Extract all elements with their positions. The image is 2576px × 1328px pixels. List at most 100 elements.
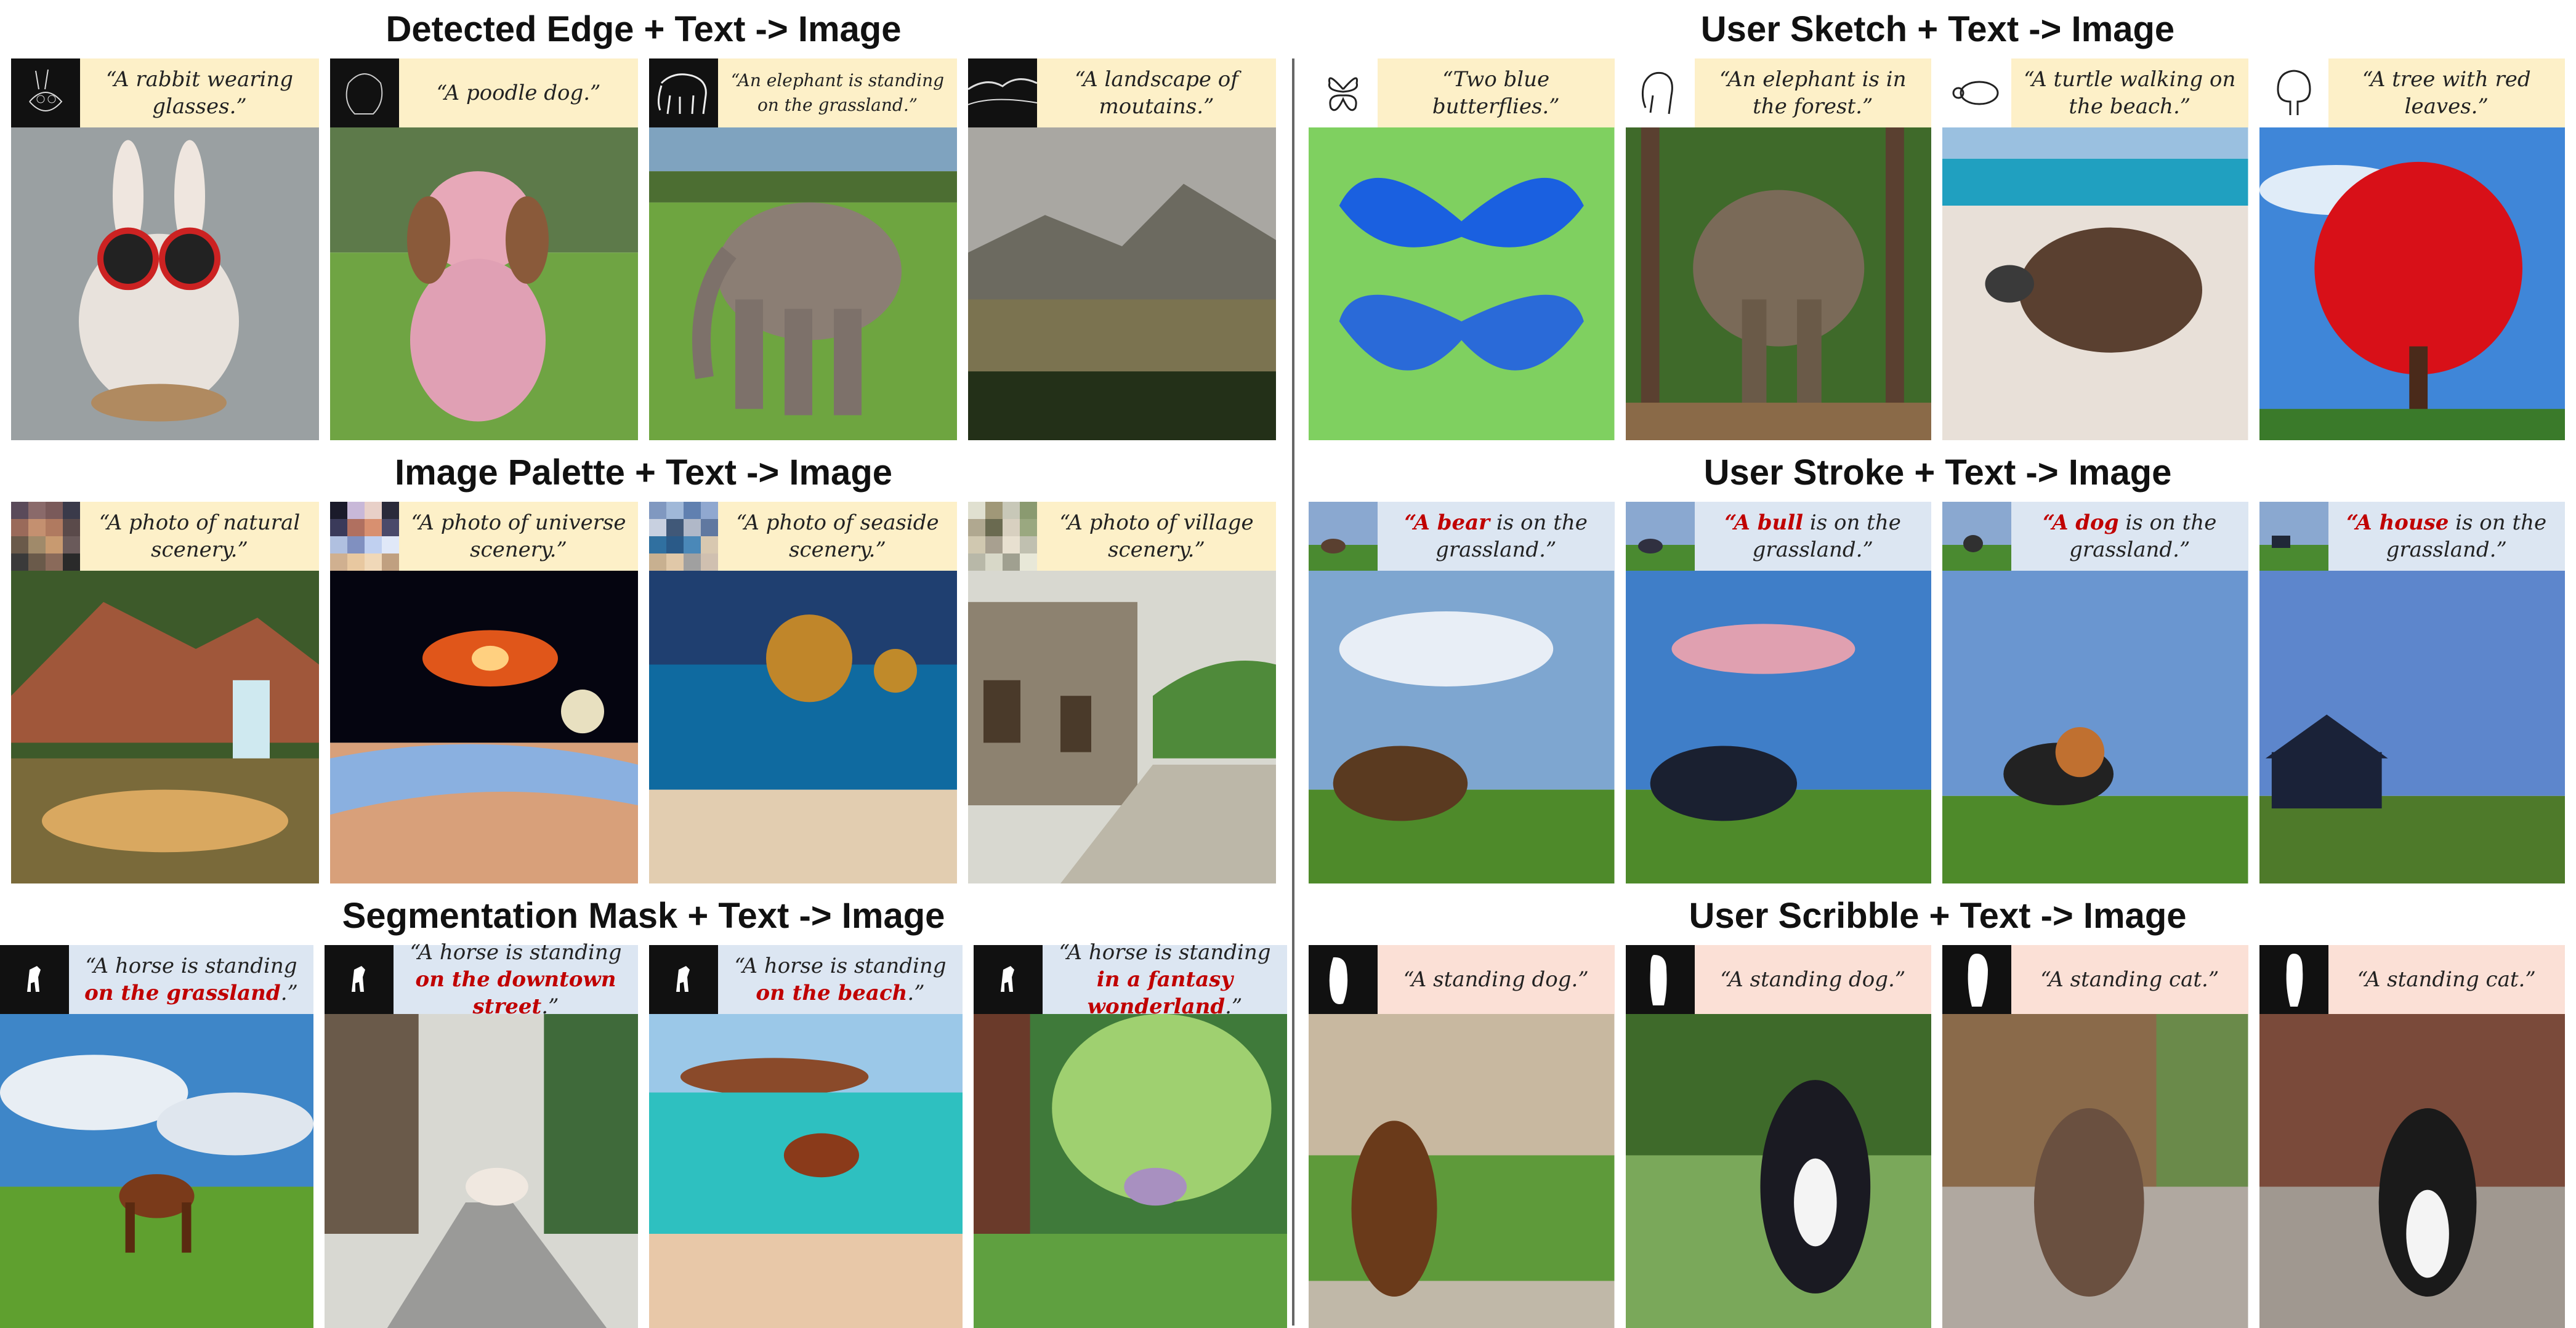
panel-divider: [1292, 58, 1294, 1326]
example-card: “A photo of seaside scenery.”: [649, 502, 957, 883]
caption: “A standing cat.”: [2011, 945, 2248, 1014]
section-user-stroke: User Stroke + Text -> Image “A bear is o…: [1299, 443, 2576, 883]
caption: “A horse is standing on the grassland.”: [69, 945, 313, 1014]
caption: “A photo of village scenery.”: [1037, 502, 1276, 571]
caption-highlight: on the beach: [756, 981, 908, 1005]
caption-highlight: in a fantasy wonderland: [1087, 967, 1233, 1019]
caption: “A landscape of moutains.”: [1037, 58, 1276, 127]
caption-highlight: on the grassland: [84, 981, 281, 1005]
generated-image-elephant-forest: [1625, 127, 1931, 440]
mask-thumbnail: [325, 945, 394, 1014]
scribble-thumbnail: [1625, 945, 1695, 1014]
caption: “A bear is on the grassland.”: [1378, 502, 1615, 571]
caption: “Two blue butterflies.”: [1378, 58, 1615, 127]
example-card: “A standing cat.”: [2259, 945, 2565, 1328]
caption: “A poodle dog.”: [399, 58, 638, 127]
caption-highlight: “A dog: [2043, 510, 2119, 535]
caption-highlight: “A house: [2346, 510, 2449, 535]
sketch-thumbnail: [2259, 58, 2328, 127]
generated-image-bull: [1625, 571, 1931, 883]
generated-image-standing-dog-2: [1625, 1014, 1931, 1328]
section-image-palette: Image Palette + Text -> Image “A photo o…: [0, 443, 1287, 883]
sketch-thumbnail: [1309, 58, 1378, 127]
caption: “A standing cat.”: [2328, 945, 2565, 1014]
caption: “A rabbit wearing glasses.”: [80, 58, 319, 127]
generated-image-turtle-beach: [1942, 127, 2248, 440]
generated-image-universe-scenery: [330, 571, 638, 883]
caption: “A dog is on the grassland.”: [2011, 502, 2248, 571]
generated-image-village-scenery: [968, 571, 1276, 883]
palette-thumbnail: [330, 502, 399, 571]
right-panel: User Sketch + Text -> Image “Two blue bu…: [1299, 0, 2576, 1328]
caption: “A turtle walking on the beach.”: [2011, 58, 2248, 127]
caption: “An elephant is in the forest.”: [1694, 58, 1931, 127]
mask-thumbnail: [649, 945, 718, 1014]
caption: “A photo of natural scenery.”: [80, 502, 319, 571]
generated-image-butterflies: [1309, 127, 1615, 440]
generated-image-seaside-scenery: [649, 571, 957, 883]
example-card: “A photo of village scenery.”: [968, 502, 1276, 883]
scribble-thumbnail: [1309, 945, 1378, 1014]
example-card: “A bear is on the grassland.”: [1309, 502, 1615, 883]
edge-map-thumbnail: [11, 58, 80, 127]
caption: “A photo of universe scenery.”: [399, 502, 638, 571]
caption-highlight: “A bull: [1724, 510, 1804, 535]
generated-image-natural-scenery: [11, 571, 319, 883]
scribble-thumbnail: [2259, 945, 2328, 1014]
section-title-palette: Image Palette + Text -> Image: [394, 453, 893, 493]
mask-thumbnail: [974, 945, 1043, 1014]
example-card: “A horse is standing on the beach.”: [649, 945, 963, 1328]
caption: “A horse is standing on the downtown str…: [394, 940, 638, 1019]
example-card: “A bull is on the grassland.”: [1625, 502, 1931, 883]
generated-image-elephant: [649, 127, 957, 440]
section-user-scribble: User Scribble + Text -> Image “A standin…: [1299, 887, 2576, 1328]
edge-map-thumbnail: [649, 58, 718, 127]
example-card: “A dog is on the grassland.”: [1942, 502, 2248, 883]
caption: “A tree with red leaves.”: [2328, 58, 2565, 127]
generated-image-mountains: [968, 127, 1276, 440]
stroke-thumbnail: [1942, 502, 2011, 571]
stroke-thumbnail: [1309, 502, 1378, 571]
caption: “A horse is standing in a fantasy wonder…: [1043, 940, 1287, 1019]
generated-image-horse-wonderland: [974, 1014, 1287, 1328]
example-card: “A horse is standing on the downtown str…: [325, 940, 638, 1328]
edge-map-thumbnail: [330, 58, 399, 127]
example-card: “A standing dog.”: [1625, 945, 1931, 1328]
example-card: “A photo of universe scenery.”: [330, 502, 638, 883]
example-card: “A poodle dog.”: [330, 58, 638, 440]
caption: “An elephant is standing on the grasslan…: [718, 58, 957, 127]
section-segmentation-mask: Segmentation Mask + Text -> Image “A hor…: [0, 887, 1287, 1328]
section-title-segmentation: Segmentation Mask + Text -> Image: [342, 896, 945, 936]
generated-image-red-tree: [2259, 127, 2565, 440]
caption: “A standing dog.”: [1378, 945, 1615, 1014]
example-card: “A turtle walking on the beach.”: [1942, 58, 2248, 440]
palette-thumbnail: [11, 502, 80, 571]
caption: “A photo of seaside scenery.”: [718, 502, 957, 571]
generated-image-bear: [1309, 571, 1615, 883]
palette-thumbnail: [968, 502, 1037, 571]
example-card: “A house is on the grassland.”: [2259, 502, 2565, 883]
generated-image-horse-downtown: [325, 1014, 638, 1328]
generated-image-standing-dog-1: [1309, 1014, 1615, 1328]
generated-image-rabbit: [11, 127, 319, 440]
example-card: “A horse is standing in a fantasy wonder…: [974, 940, 1287, 1328]
section-title-scribble: User Scribble + Text -> Image: [1689, 896, 2187, 936]
edge-map-thumbnail: [968, 58, 1037, 127]
generated-image-standing-cat-1: [1942, 1014, 2248, 1328]
generated-image-horse-grassland: [0, 1014, 313, 1328]
mask-thumbnail: [0, 945, 69, 1014]
example-card: “An elephant is standing on the grasslan…: [649, 58, 957, 440]
generated-image-dog: [1942, 571, 2248, 883]
generated-image-horse-beach: [649, 1014, 963, 1328]
palette-thumbnail: [649, 502, 718, 571]
generated-image-house: [2259, 571, 2565, 883]
stroke-thumbnail: [1625, 502, 1695, 571]
section-title-stroke: User Stroke + Text -> Image: [1703, 453, 2172, 493]
example-card: “A photo of natural scenery.”: [11, 502, 319, 883]
sketch-thumbnail: [1942, 58, 2011, 127]
stroke-thumbnail: [2259, 502, 2328, 571]
caption: “A horse is standing on the beach.”: [718, 945, 963, 1014]
example-card: “A tree with red leaves.”: [2259, 58, 2565, 440]
left-panel: Detected Edge + Text -> Image “A rabbit …: [0, 0, 1287, 1328]
caption: “A bull is on the grassland.”: [1694, 502, 1931, 571]
